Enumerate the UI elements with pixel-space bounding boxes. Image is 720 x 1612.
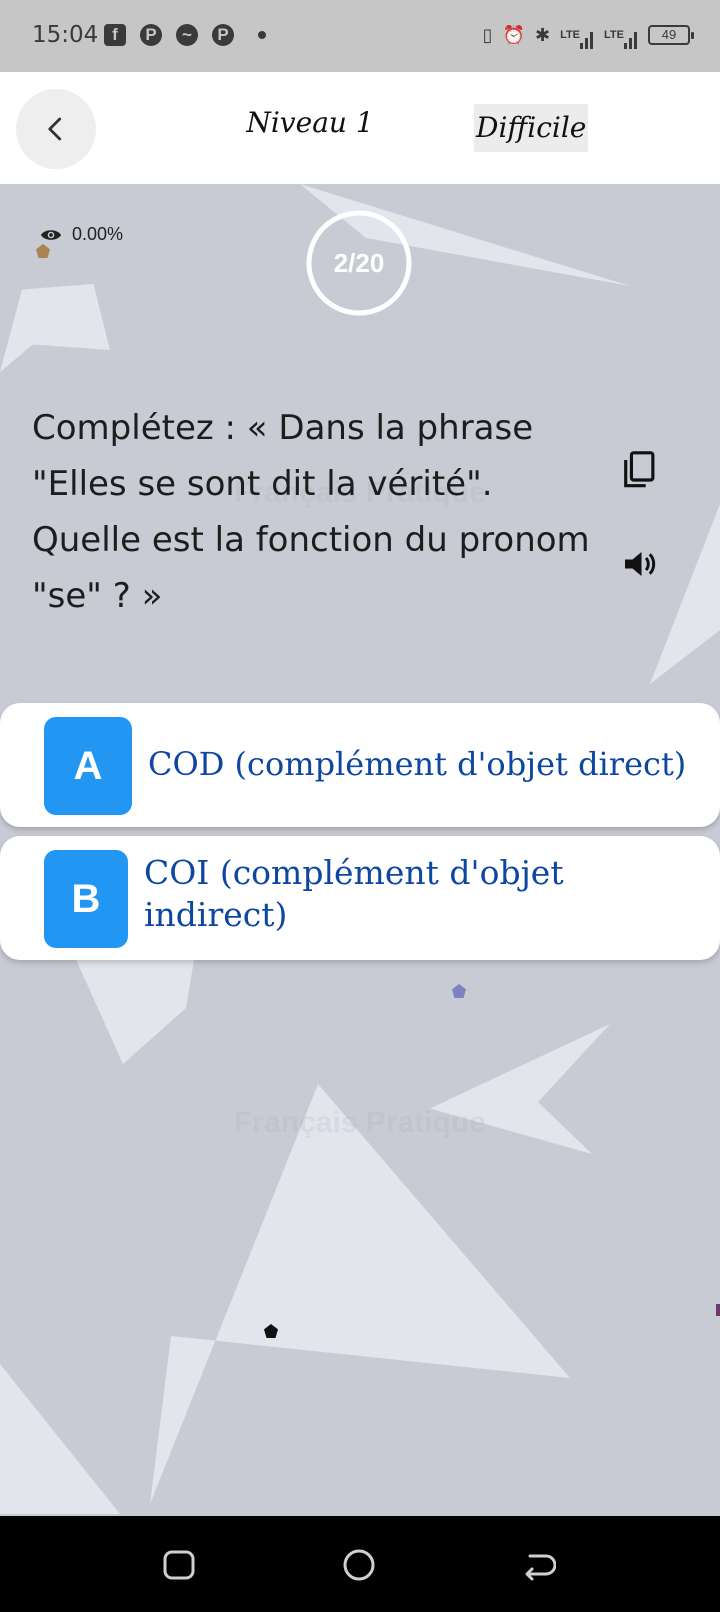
- answer-text: COI (complément d'objet indirect): [144, 853, 564, 934]
- background-shape: [0, 284, 110, 372]
- back-button[interactable]: [16, 89, 96, 169]
- particle: [36, 244, 50, 258]
- views-percentage: 0.00%: [72, 224, 124, 244]
- eye-icon: [40, 229, 62, 240]
- speaker-icon[interactable]: [622, 546, 658, 582]
- question-text: Complétez : « Dans la phrase "Elles se s…: [32, 408, 590, 616]
- answer-option-a[interactable]: A COD (complément d'objet direct): [0, 703, 720, 827]
- p-icon: P: [140, 24, 162, 46]
- particle: [716, 1304, 720, 1316]
- copy-icon[interactable]: [622, 450, 658, 490]
- signal-1-icon: LTE: [560, 29, 594, 49]
- signal-2-icon: LTE: [604, 29, 638, 49]
- quiz-area: Français Pratique Français Pratique 0.00…: [0, 184, 720, 1516]
- alarm-icon: ⏰: [502, 24, 525, 46]
- battery-icon: 49: [648, 25, 694, 45]
- background-shape: [0, 1364, 120, 1514]
- messenger-icon: ~: [176, 24, 198, 46]
- facebook-icon: f: [104, 24, 126, 46]
- recents-icon[interactable]: [162, 1548, 196, 1582]
- watermark: Français Pratique: [234, 1106, 486, 1139]
- status-bar: 15:04 f P ~ P ▯ ⏰ ✱ LTE LTE 49: [0, 0, 720, 72]
- back-nav-icon[interactable]: [522, 1548, 556, 1582]
- answer-letter: A: [44, 717, 132, 815]
- views-indicator: 0.00%: [40, 224, 123, 245]
- level-title: Niveau 1: [246, 106, 374, 139]
- answer-text: COD (complément d'objet direct): [148, 745, 687, 783]
- p-icon: P: [212, 24, 234, 46]
- answer-letter: B: [44, 850, 128, 948]
- background-shape: [150, 1084, 570, 1504]
- bluetooth-icon: ✱: [534, 24, 551, 46]
- status-time: 15:04: [32, 22, 99, 48]
- notification-dot: [258, 31, 266, 39]
- question-counter: 2/20: [333, 248, 385, 278]
- chevron-left-icon: [48, 117, 62, 141]
- particle: [452, 984, 466, 998]
- difficulty-label[interactable]: Difficile: [474, 104, 589, 152]
- app-header: Niveau 1 Difficile: [0, 72, 720, 184]
- vibrate-icon: ▯: [482, 24, 493, 46]
- system-nav-bar: [0, 1516, 720, 1612]
- answer-option-b[interactable]: B COI (complément d'objet indirect): [0, 836, 720, 960]
- background-shape: [650, 504, 720, 684]
- home-icon[interactable]: [342, 1548, 376, 1582]
